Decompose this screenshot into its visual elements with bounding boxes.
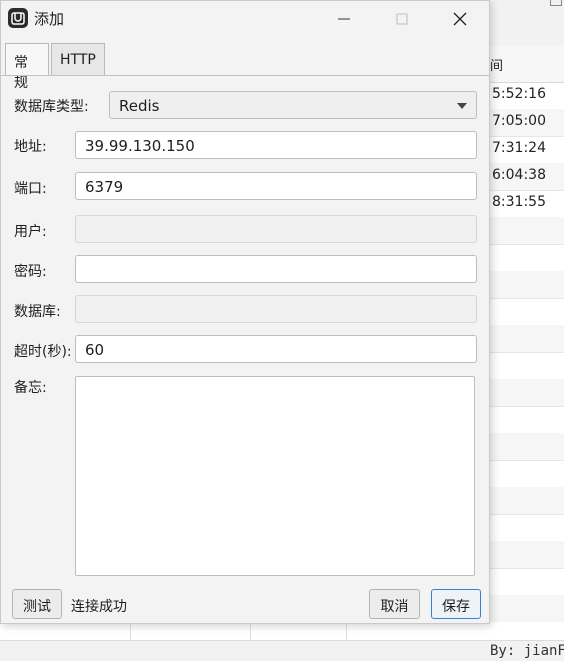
background-cell: 5:52:16 xyxy=(492,86,546,102)
background-table-row-empty[interactable] xyxy=(490,271,564,299)
background-grid-line xyxy=(346,622,347,640)
background-grid-line xyxy=(250,622,251,640)
background-table-row-empty[interactable] xyxy=(490,433,564,461)
close-button[interactable] xyxy=(437,1,483,35)
background-table-row-empty[interactable] xyxy=(490,379,564,407)
connection-status-text: 连接成功 xyxy=(71,599,127,615)
db-type-select[interactable]: Redis xyxy=(109,91,477,119)
password-label: 密码: xyxy=(14,264,47,280)
background-column-header-label: 间 xyxy=(490,59,504,74)
background-cell: 7:31:24 xyxy=(492,140,546,156)
tab-general[interactable]: 常规 xyxy=(5,43,49,91)
background-table-bottom xyxy=(0,622,564,640)
background-table-row-empty[interactable] xyxy=(490,298,564,326)
user-field xyxy=(75,215,477,243)
notes-textarea[interactable] xyxy=(75,376,475,576)
password-field[interactable] xyxy=(75,255,477,283)
tab-http[interactable]: HTTP xyxy=(51,43,105,75)
background-status-text: By: jianFe xyxy=(490,643,564,659)
background-grid-line xyxy=(130,622,131,640)
app-logo-icon xyxy=(8,8,28,28)
background-maximize-icon[interactable] xyxy=(550,0,562,6)
dialog-title: 添加 xyxy=(34,10,65,28)
add-connection-dialog: 添加 常规 HTTP 数据库类型: Redis 地址: 39.99.130.15… xyxy=(0,0,490,624)
background-status-bar: By: jianFe xyxy=(0,640,564,661)
background-table-row-empty[interactable] xyxy=(490,217,564,245)
maximize-button xyxy=(379,1,425,35)
background-table-row-empty[interactable] xyxy=(490,595,564,623)
notes-label: 备忘: xyxy=(14,380,47,396)
tab-panel-border xyxy=(1,75,489,76)
test-connection-button[interactable]: 测试 xyxy=(12,589,62,619)
dropdown-arrow-icon xyxy=(457,103,467,109)
background-table-row-empty[interactable] xyxy=(490,244,564,272)
timeout-label: 超时(秒): xyxy=(14,344,72,360)
maximize-icon xyxy=(396,13,408,25)
user-label: 用户: xyxy=(14,224,47,240)
dialog-titlebar[interactable]: 添加 xyxy=(1,1,489,35)
background-table-row-empty[interactable] xyxy=(490,460,564,488)
background-toolbar xyxy=(490,0,564,46)
close-icon xyxy=(453,12,467,26)
background-table-row-empty[interactable] xyxy=(490,487,564,515)
background-table-row-empty[interactable] xyxy=(490,325,564,353)
address-field[interactable]: 39.99.130.150 xyxy=(75,131,477,159)
minimize-button[interactable] xyxy=(321,1,367,35)
background-cell: 6:04:38 xyxy=(492,167,546,183)
save-button[interactable]: 保存 xyxy=(431,589,481,619)
background-table-row-empty[interactable] xyxy=(490,568,564,596)
background-table-row-empty[interactable] xyxy=(490,541,564,569)
background-table-row[interactable]: 7:31:24 xyxy=(490,136,564,164)
background-table-row-empty[interactable] xyxy=(490,352,564,380)
background-table-row[interactable]: 8:31:55 xyxy=(490,190,564,218)
port-field[interactable]: 6379 xyxy=(75,172,477,200)
db-type-label: 数据库类型: xyxy=(14,99,89,115)
background-table-row-empty[interactable] xyxy=(490,406,564,434)
background-cell: 8:31:55 xyxy=(492,194,546,210)
background-table-row-empty[interactable] xyxy=(490,514,564,542)
minimize-icon xyxy=(338,18,350,20)
address-label: 地址: xyxy=(14,139,47,155)
background-cell: 7:05:00 xyxy=(492,113,546,129)
port-label: 端口: xyxy=(14,181,47,197)
background-table-row[interactable]: 6:04:38 xyxy=(490,163,564,191)
timeout-field[interactable]: 60 xyxy=(75,335,477,363)
db-type-value: Redis xyxy=(119,97,160,115)
background-table-row[interactable]: 7:05:00 xyxy=(490,109,564,137)
background-column-header[interactable]: 间 xyxy=(490,46,564,83)
database-label: 数据库: xyxy=(14,304,61,320)
background-table-row[interactable]: 5:52:16 xyxy=(490,82,564,110)
database-field xyxy=(75,295,477,323)
cancel-button[interactable]: 取消 xyxy=(369,589,420,619)
